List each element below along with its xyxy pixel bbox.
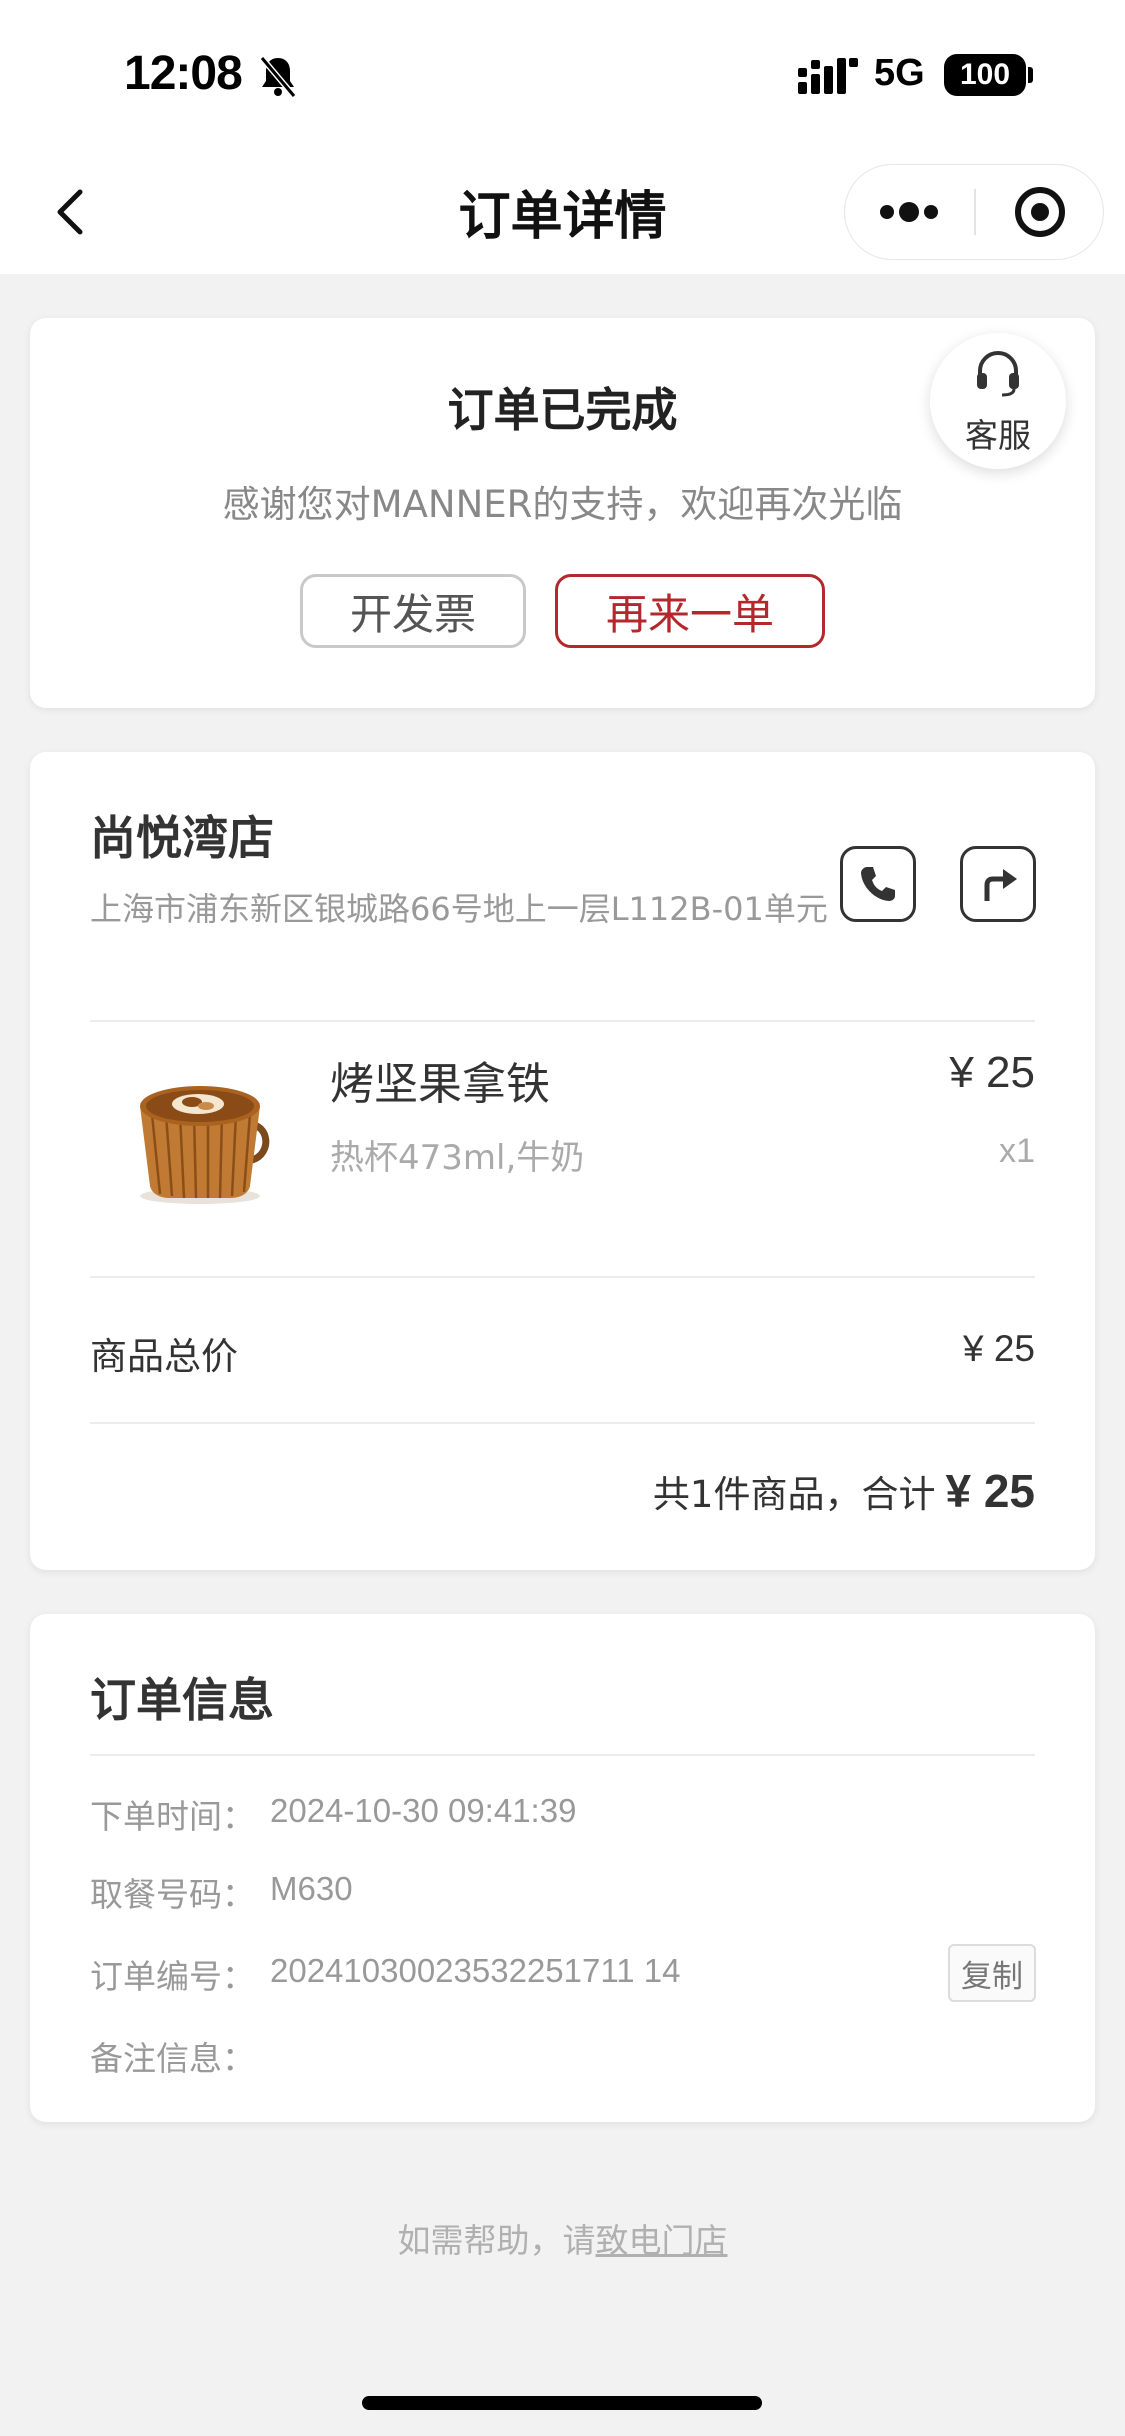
capsule-divider — [974, 189, 976, 235]
battery-indicator: 100 — [944, 54, 1026, 96]
divider — [90, 1422, 1035, 1424]
headset-icon — [977, 350, 1019, 397]
phone-icon — [861, 867, 895, 901]
order-status-subtitle: 感谢您对MANNER的支持，欢迎再次光临 — [222, 483, 903, 526]
nav-bar: 订单详情 — [0, 150, 1125, 274]
store-name: 尚悦湾店 — [90, 811, 274, 865]
close-mini-program-button[interactable] — [977, 165, 1103, 259]
customer-service-label: 客服 — [965, 416, 1031, 455]
order-info-card: 订单信息 下单时间： 2024-10-30 09:41:39 取餐号码： M63… — [30, 1614, 1095, 2122]
order-number-label: 订单编号： — [90, 1957, 255, 1996]
remarks-label: 备注信息： — [90, 2039, 255, 2078]
order-info-title: 订单信息 — [90, 1673, 274, 1727]
mini-program-capsule — [844, 164, 1104, 260]
store-order-card: 尚悦湾店 上海市浦东新区银城路66号地上一层L112B-01单元 烤坚果拿铁 ¥… — [30, 752, 1095, 1570]
bell-muted-icon — [259, 56, 297, 98]
divider — [90, 1276, 1035, 1278]
navigate-store-button[interactable] — [960, 846, 1036, 922]
target-icon — [1015, 187, 1065, 237]
status-bar: 12:08 5G 100 — [0, 0, 1125, 150]
order-status-card: 订单已完成 感谢您对MANNER的支持，欢迎再次光临 开发票 再来一单 客服 — [30, 318, 1095, 708]
call-store-button[interactable] — [840, 846, 916, 922]
product-price: ¥ 25 — [949, 1048, 1035, 1097]
status-time: 12:08 — [124, 47, 243, 100]
network-label: 5G — [874, 52, 925, 94]
reorder-button[interactable]: 再来一单 — [555, 574, 825, 648]
order-time-value: 2024-10-30 09:41:39 — [270, 1792, 577, 1829]
turn-right-arrow-icon — [984, 869, 1017, 901]
product-quantity: x1 — [999, 1132, 1035, 1170]
subtotal-value: ¥ 25 — [962, 1328, 1035, 1369]
order-number-value: 20241030023532251711 14 — [270, 1952, 681, 1989]
product-spec: 热杯473ml,牛奶 — [330, 1138, 585, 1178]
summary-text: 共1件商品，合计 — [652, 1473, 936, 1516]
pickup-number-value: M630 — [270, 1870, 353, 1907]
divider — [90, 1020, 1035, 1022]
summary-total: ¥ 25 — [945, 1465, 1035, 1517]
invoice-button[interactable]: 开发票 — [300, 574, 526, 648]
pickup-number-label: 取餐号码： — [90, 1875, 255, 1914]
battery-tip — [1028, 67, 1033, 83]
home-indicator — [362, 2396, 762, 2410]
customer-service-button[interactable]: 客服 — [930, 333, 1066, 469]
divider — [90, 1754, 1035, 1756]
call-store-link[interactable]: 致电门店 — [596, 2221, 728, 2260]
latte-cup-image — [140, 1086, 270, 1204]
copy-order-number-button[interactable]: 复制 — [948, 1944, 1036, 2002]
order-time-label: 下单时间： — [90, 1797, 255, 1836]
help-prefix: 如需帮助，请 — [397, 2221, 596, 2260]
more-button[interactable] — [845, 165, 973, 259]
help-footer: 如需帮助，请致电门店 — [0, 2214, 1125, 2262]
subtotal-label: 商品总价 — [90, 1335, 238, 1378]
product-name: 烤坚果拿铁 — [330, 1059, 550, 1110]
order-summary: 共1件商品，合计 ¥ 25 — [653, 1464, 1035, 1518]
signal-icon — [798, 58, 858, 94]
more-dots-icon — [880, 202, 938, 222]
store-address: 上海市浦东新区银城路66号地上一层L112B-01单元 — [90, 890, 828, 928]
